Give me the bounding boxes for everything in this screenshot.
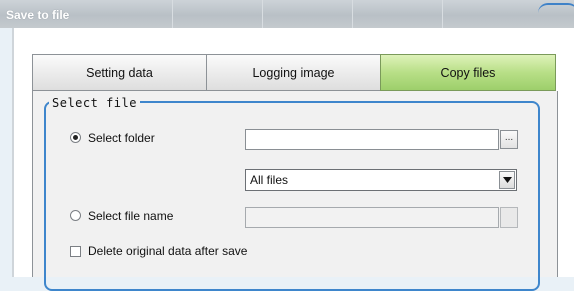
title-bar-divider [442, 0, 443, 28]
delete-original-label: Delete original data after save [88, 244, 248, 258]
tab-label: Setting data [86, 65, 153, 80]
file-name-input[interactable] [245, 207, 499, 228]
browse-file-button[interactable] [500, 207, 518, 228]
title-bar: Save to file [0, 0, 574, 28]
window-edge-accent [538, 3, 574, 19]
title-bar-divider [262, 0, 263, 28]
tab-label: Copy files [440, 65, 496, 80]
radio-selected-dot [73, 135, 78, 140]
select-file-name-label: Select file name [88, 209, 174, 223]
title-bar-divider [352, 0, 353, 28]
file-filter-value: All files [250, 173, 289, 187]
window-title: Save to file [6, 8, 70, 22]
select-file-name-radio[interactable] [70, 210, 81, 221]
title-bar-divider [172, 0, 173, 28]
select-file-legend: Select file [49, 96, 140, 110]
browse-folder-button[interactable]: ... [500, 130, 518, 149]
chevron-down-icon [503, 177, 512, 183]
browse-button-label: ... [504, 132, 514, 143]
tab-setting-data[interactable]: Setting data [32, 54, 207, 91]
tab-logging-image[interactable]: Logging image [206, 54, 381, 91]
tab-copy-files[interactable]: Copy files [380, 54, 556, 91]
folder-path-input[interactable] [245, 129, 499, 150]
select-folder-label: Select folder [88, 131, 155, 145]
delete-original-checkbox[interactable] [70, 246, 81, 257]
dropdown-arrow-button[interactable] [499, 171, 515, 189]
tab-label: Logging image [252, 65, 335, 80]
file-filter-select[interactable]: All files [245, 169, 517, 191]
select-folder-radio[interactable] [70, 132, 81, 143]
